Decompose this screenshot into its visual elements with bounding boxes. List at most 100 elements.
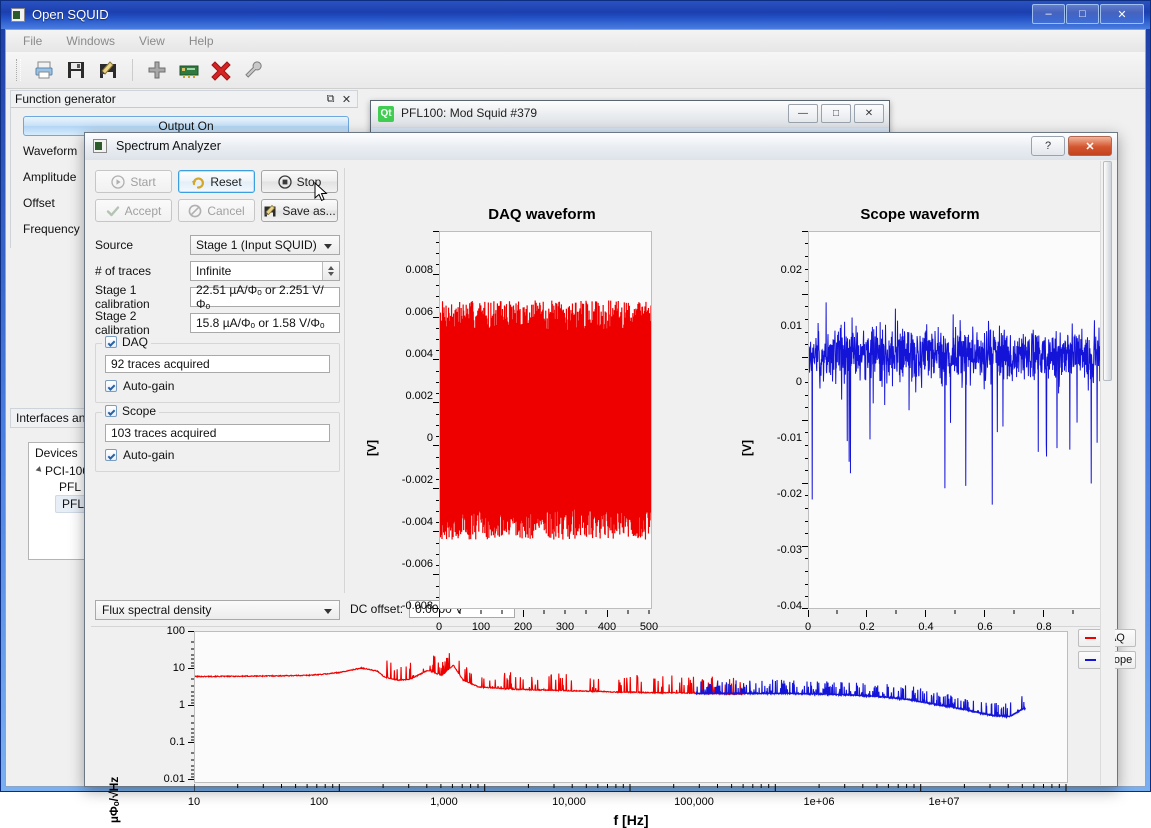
control-panel: Start Reset xyxy=(95,170,340,590)
scope-status-field: 103 traces acquired xyxy=(105,424,330,442)
num-traces-label: # of traces xyxy=(95,264,190,278)
saveas-icon xyxy=(263,204,277,218)
stage2-cal-label: Stage 2 calibration xyxy=(95,309,190,337)
settings-icon[interactable] xyxy=(241,58,265,82)
main-window-controls: – □ ✕ xyxy=(1032,4,1144,24)
accept-button-label: Accept xyxy=(125,204,162,218)
num-traces-row: # of traces Infinite xyxy=(95,260,340,282)
spectral-ytick: 0.1 xyxy=(119,736,185,748)
menu-view[interactable]: View xyxy=(130,32,174,50)
source-value: Stage 1 (Input SQUID) xyxy=(196,238,317,252)
scope-x-ticks xyxy=(808,610,1104,618)
legend-swatch-daq xyxy=(1085,637,1096,639)
menu-help[interactable]: Help xyxy=(180,32,223,50)
legend-swatch-scope xyxy=(1085,659,1096,661)
tree-item-label: PCI-100 xyxy=(45,464,89,478)
daq-label: DAQ xyxy=(122,335,148,349)
reset-button[interactable]: Reset xyxy=(178,170,255,193)
daq-autogain-label: Auto-gain xyxy=(123,379,174,393)
stop-button[interactable]: Stop xyxy=(261,170,338,193)
reset-icon xyxy=(191,175,205,189)
close-button[interactable]: ✕ xyxy=(1100,4,1144,24)
spectral-x-ticks xyxy=(194,784,1070,792)
maximize-button[interactable]: □ xyxy=(1066,4,1099,24)
close-icon[interactable]: ✕ xyxy=(340,93,353,106)
spectrum-analyzer-titlebar: Spectrum Analyzer ? ✕ xyxy=(85,133,1117,161)
stage2-cal-value: 15.8 µA/Φₒ or 1.58 V/Φₒ xyxy=(196,316,325,330)
spectrum-analyzer-window-controls: ? ✕ xyxy=(1031,136,1112,156)
spectral-xtick: 10 xyxy=(174,796,214,808)
daq-ytick: 0 xyxy=(371,432,433,444)
spectral-ytick: 1 xyxy=(119,699,185,711)
source-select[interactable]: Stage 1 (Input SQUID) xyxy=(190,235,340,255)
scope-ytick: 0 xyxy=(744,376,802,388)
scope-checkbox[interactable] xyxy=(105,405,117,417)
cancel-button[interactable]: Cancel xyxy=(178,199,255,222)
menu-file[interactable]: File xyxy=(14,32,51,50)
daq-status-field: 92 traces acquired xyxy=(105,355,330,373)
num-traces-value: Infinite xyxy=(196,264,231,278)
scope-label: Scope xyxy=(122,404,156,418)
spectrum-analyzer-window[interactable]: Spectrum Analyzer ? ✕ xyxy=(84,132,1118,787)
help-button[interactable]: ? xyxy=(1031,136,1065,156)
minimize-button[interactable]: – xyxy=(1032,4,1065,24)
pfl-close-button[interactable]: ✕ xyxy=(854,104,884,123)
stage1-cal-input[interactable]: 22.51 µA/Φₒ or 2.251 V/Φₒ xyxy=(190,287,340,307)
daq-group-title: DAQ xyxy=(102,335,151,349)
app-icon xyxy=(93,139,107,153)
pfl-restore-button[interactable]: □ xyxy=(821,104,851,123)
toolbar-separator xyxy=(132,59,133,81)
pfl100-window-controls: — □ ✕ xyxy=(788,104,884,123)
add-icon[interactable] xyxy=(145,58,169,82)
cancel-icon xyxy=(188,204,202,218)
vertical-splitter[interactable] xyxy=(344,168,345,593)
main-window: Open SQUID – □ ✕ File Windows View Help xyxy=(0,0,1151,792)
daq-plot-area xyxy=(439,231,652,609)
spec-close-button[interactable]: ✕ xyxy=(1068,136,1112,156)
num-traces-input[interactable]: Infinite xyxy=(190,261,340,281)
daq-trace xyxy=(440,232,651,608)
scope-ytick: 0.01 xyxy=(744,320,802,332)
scope-plot-area xyxy=(808,231,1104,609)
daq-group: DAQ 92 traces acquired Auto-gain xyxy=(95,343,340,403)
daq-ytick: -0.006 xyxy=(371,558,433,570)
scope-ytick: -0.02 xyxy=(744,488,802,500)
stage2-cal-input[interactable]: 15.8 µA/Φₒ or 1.58 V/Φₒ xyxy=(190,313,340,333)
print-icon[interactable] xyxy=(32,58,56,82)
expander-icon[interactable] xyxy=(36,466,44,474)
scope-ytick: 0.02 xyxy=(744,264,802,276)
toolbar-grip[interactable] xyxy=(16,59,21,81)
spectral-traces xyxy=(195,632,1067,782)
screen: Open SQUID – □ ✕ File Windows View Help xyxy=(0,0,1151,792)
function-generator-title: Function generator xyxy=(15,92,116,106)
stop-icon xyxy=(278,175,292,189)
save-as-icon[interactable] xyxy=(96,58,120,82)
scrollbar-thumb[interactable] xyxy=(1103,161,1112,381)
chevron-down-icon xyxy=(324,609,332,614)
save-as-button[interactable]: Save as... xyxy=(261,199,338,222)
scope-autogain-checkbox[interactable] xyxy=(105,449,117,461)
daq-ytick: 0.004 xyxy=(371,348,433,360)
save-as-button-label: Save as... xyxy=(282,204,335,218)
tree-item-label: PFL xyxy=(62,497,84,511)
delete-icon[interactable] xyxy=(209,58,233,82)
chevron-down-icon xyxy=(324,244,332,249)
daq-y-ticks xyxy=(433,231,440,610)
save-icon[interactable] xyxy=(64,58,88,82)
scope-trace xyxy=(809,232,1103,608)
check-icon xyxy=(106,204,120,218)
menubar: File Windows View Help xyxy=(6,30,1145,53)
accept-button[interactable]: Accept xyxy=(95,199,172,222)
spectral-xtick: 100 xyxy=(299,796,339,808)
float-icon[interactable]: ⧉ xyxy=(324,93,337,106)
spectral-mode-select[interactable]: Flux spectral density xyxy=(95,600,340,620)
daq-autogain-checkbox[interactable] xyxy=(105,380,117,392)
start-button[interactable]: Start xyxy=(95,170,172,193)
spinner-arrows-icon[interactable] xyxy=(322,262,339,280)
pfl-minimize-button[interactable]: — xyxy=(788,104,818,123)
daq-checkbox[interactable] xyxy=(105,336,117,348)
vertical-scrollbar[interactable] xyxy=(1100,161,1115,785)
scope-ytick: -0.01 xyxy=(744,432,802,444)
device-icon[interactable] xyxy=(177,58,201,82)
menu-windows[interactable]: Windows xyxy=(57,32,124,50)
